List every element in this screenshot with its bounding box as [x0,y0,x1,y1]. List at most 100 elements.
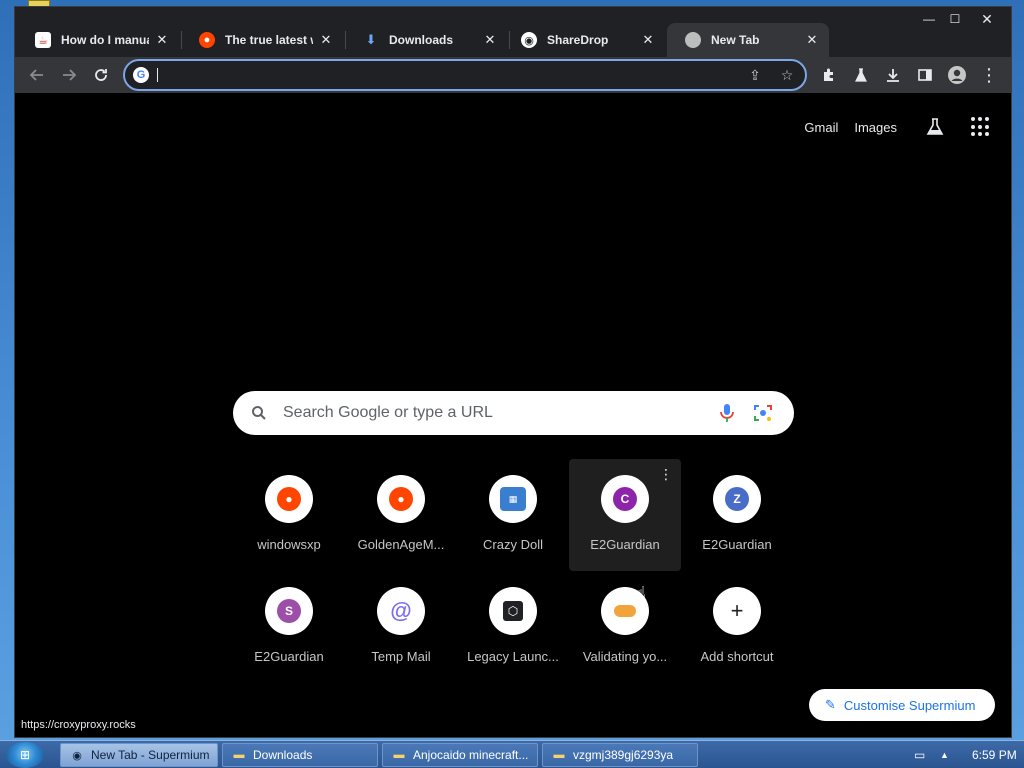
letter-z-icon: Z [725,487,749,511]
pencil-icon: ✎ [825,697,836,712]
close-icon[interactable]: ✕ [641,32,655,48]
reload-icon [95,69,107,81]
shortcut-windowsxp[interactable]: ● windowsxp [233,459,345,571]
shortcut-icon-circle: C [601,475,649,523]
shortcut-icon-circle: ● [265,475,313,523]
close-icon[interactable]: ✕ [319,32,333,48]
reddit-icon: ● [199,32,215,48]
status-bubble-url: https://croxyproxy.rocks [15,717,142,737]
shortcut-label: Legacy Launc... [467,649,559,664]
shortcut-icon-circle: ⬡ [489,587,537,635]
profile-button[interactable] [943,61,971,89]
clock[interactable]: 6:59 PM [972,748,1017,762]
keyboard-icon[interactable]: ▭ [914,748,930,762]
google-icon: G [133,67,149,83]
taskbar-item-supermium[interactable]: ◉ New Tab - Supermium [60,743,218,767]
taskbar-item-vzgmj[interactable]: ▬ vzgmj389gj6293ya [542,743,698,767]
new-tab-page: Gmail Images ● wi [15,93,1011,737]
shortcut-e2guardian-c[interactable]: C ⋮ E2Guardian [569,459,681,571]
images-link[interactable]: Images [854,120,897,135]
share-icon[interactable]: ⇪ [745,66,765,84]
puzzle-icon [824,68,833,81]
lens-icon[interactable] [753,403,773,423]
shortcut-label: Temp Mail [371,649,431,664]
menu-button[interactable]: ⋮ [975,61,1003,89]
tab-true-latest[interactable]: ● The true latest wo ✕ [181,23,343,57]
shortcut-icon-circle: + [713,587,761,635]
shortcut-label: Crazy Doll [483,537,543,552]
shortcut-temp-mail[interactable]: @ Temp Mail [345,571,457,683]
text-caret [157,68,158,82]
shortcut-validating[interactable]: Validating yo... [569,571,681,683]
taskbar-item-label: New Tab - Supermium [91,748,210,762]
tab-title: Downloads [389,33,454,47]
tab-how-do-i[interactable]: ☕ How do I manuall ✕ [17,23,179,57]
letter-s-icon: S [277,599,301,623]
side-panel-icon [918,69,932,81]
windows-logo-icon: ⊞ [19,748,31,762]
shortcut-crazy-doll[interactable]: ▦ Crazy Doll [457,459,569,571]
shortcut-legacy-launcher[interactable]: ⬡ Legacy Launc... [457,571,569,683]
forward-button[interactable] [55,61,83,89]
bitview-icon: ▦ [500,487,526,511]
close-icon[interactable]: ✕ [805,32,819,48]
shortcut-more-icon[interactable]: ⋮ [659,467,673,483]
shortcut-e2guardian-z[interactable]: Z E2Guardian [681,459,793,571]
tab-title: ShareDrop [547,33,609,47]
hand-cursor-icon: ☝ [635,583,646,603]
labs-flask-icon[interactable] [923,115,947,139]
side-panel-button[interactable] [911,61,939,89]
back-button[interactable] [23,61,51,89]
shortcut-label: E2Guardian [590,537,660,552]
forward-arrow-icon [63,69,77,81]
back-arrow-icon [29,69,43,81]
shortcut-icon-circle: S [265,587,313,635]
shortcut-add[interactable]: + Add shortcut [681,571,793,683]
avatar-icon [948,66,966,84]
google-apps-icon[interactable] [971,117,991,137]
system-tray: ▭ ▲ 6:59 PM [900,741,1024,768]
browser-window: ☕ How do I manuall ✕ ● The true latest w… [14,6,1012,738]
taskbar-item-downloads[interactable]: ▬ Downloads [222,743,378,767]
close-window-button[interactable]: ✕ [975,11,999,27]
shortcut-e2guardian-s[interactable]: S E2Guardian [233,571,345,683]
downloads-button[interactable] [879,61,907,89]
taskbar-item-anjocaido[interactable]: ▬ Anjocaido minecraft... [382,743,538,767]
shortcut-icon-circle: @ [377,587,425,635]
plus-icon: + [730,598,744,623]
shortcut-icon-circle: ● [377,475,425,523]
search-input[interactable] [283,401,683,425]
address-bar[interactable]: G ⇪ ☆ [123,59,807,91]
reddit-icon: ● [389,487,413,511]
letter-c-icon: C [613,487,637,511]
tab-title: The true latest wo [225,33,313,47]
close-icon[interactable]: ✕ [155,32,169,48]
search-box[interactable] [233,391,794,435]
close-icon[interactable]: ✕ [483,32,497,48]
bookmark-star-icon[interactable]: ☆ [777,66,797,84]
maximize-button[interactable]: ☐ [943,11,967,27]
at-icon: @ [390,598,412,623]
taskbar-item-label: Anjocaido minecraft... [413,748,529,762]
kebab-menu-icon: ⋮ [980,64,998,85]
customise-label: Customise Supermium [843,697,976,713]
sharedrop-icon: ◉ [521,32,537,48]
shortcut-goldenage[interactable]: ● GoldenAgeM... [345,459,457,571]
minimize-button[interactable]: — [917,11,941,27]
shortcut-label: Add shortcut [700,649,774,664]
customise-button[interactable]: ✎ Customise Supermium [809,689,995,721]
show-hidden-icons-icon[interactable]: ▲ [940,750,954,760]
extensions-button[interactable] [815,61,843,89]
tab-downloads[interactable]: ⬇ Downloads ✕ [345,23,507,57]
labs-button[interactable] [847,61,875,89]
taskbar-item-label: vzgmj389gj6293ya [573,748,674,762]
shortcut-label: E2Guardian [254,649,324,664]
cube-icon: ⬡ [503,601,523,621]
reload-button[interactable] [87,61,115,89]
gmail-link[interactable]: Gmail [804,120,838,135]
taskbar: ⊞ ◉ New Tab - Supermium ▬ Downloads ▬ An… [0,740,1024,768]
tab-new-tab[interactable]: New Tab ✕ [667,23,829,57]
tab-sharedrop[interactable]: ◉ ShareDrop ✕ [503,23,665,57]
start-button[interactable]: ⊞ [6,742,44,768]
voice-search-icon[interactable] [717,402,737,424]
